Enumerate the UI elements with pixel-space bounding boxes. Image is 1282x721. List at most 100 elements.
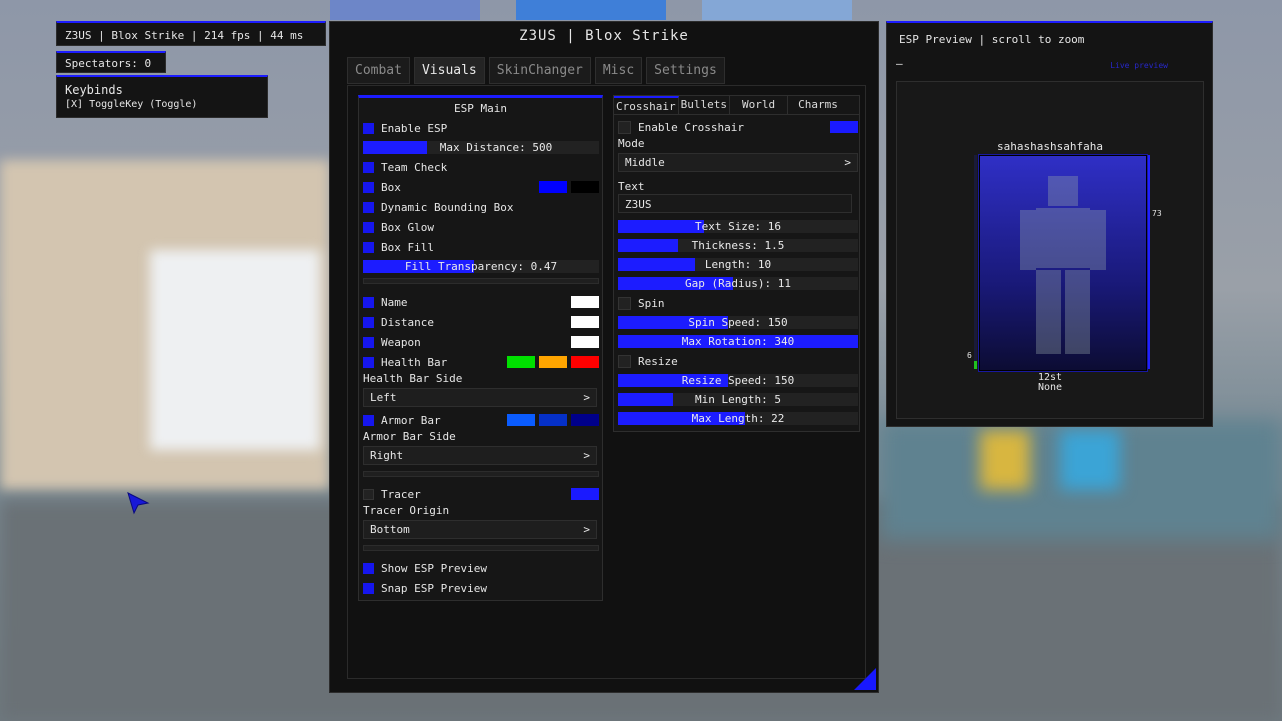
- armor-bar-toggle[interactable]: Armor Bar: [363, 412, 599, 428]
- window-title: Z3US | Blox Strike: [519, 28, 689, 44]
- health-low-swatch[interactable]: [571, 356, 599, 368]
- name-label: Name: [381, 295, 408, 309]
- box-glow-toggle[interactable]: Box Glow: [363, 219, 599, 235]
- preview-canvas[interactable]: sahashashsahfaha 6 73 12st None: [896, 81, 1204, 419]
- tracer-color-swatch[interactable]: [571, 488, 599, 500]
- dynamic-box-toggle[interactable]: Dynamic Bounding Box: [363, 199, 599, 215]
- name-color-swatch[interactable]: [571, 296, 599, 308]
- resize-label: Resize: [638, 354, 678, 368]
- checkbox[interactable]: [618, 120, 631, 134]
- resize-speed-label: Resize Speed: 150: [681, 374, 795, 387]
- tracer-toggle[interactable]: Tracer: [363, 486, 599, 502]
- show-preview-toggle[interactable]: Show ESP Preview: [363, 560, 599, 576]
- checkbox[interactable]: [363, 241, 374, 253]
- max-rotation-slider[interactable]: Max Rotation: 340: [618, 335, 858, 348]
- distance-label: Distance: [381, 315, 434, 329]
- player-weapon: None: [1037, 382, 1063, 393]
- tab-settings[interactable]: Settings: [646, 57, 725, 84]
- box-fill-toggle[interactable]: Box Fill: [363, 239, 599, 255]
- armor-bar-side-label: Armor Bar Side: [363, 430, 456, 443]
- checkbox[interactable]: [363, 488, 374, 500]
- text-size-slider[interactable]: Text Size: 16: [618, 220, 858, 233]
- resize-speed-slider[interactable]: Resize Speed: 150: [618, 374, 858, 387]
- tab-visuals[interactable]: Visuals: [413, 57, 485, 84]
- snap-preview-toggle[interactable]: Snap ESP Preview: [363, 580, 599, 596]
- chevron-right-icon: >: [583, 391, 590, 404]
- armor-color-1-swatch[interactable]: [507, 414, 535, 426]
- health-bar-side-dropdown[interactable]: Left >: [363, 388, 597, 407]
- min-length-slider[interactable]: Min Length: 5: [618, 393, 858, 406]
- checkbox[interactable]: [363, 221, 374, 233]
- mode-dropdown[interactable]: Middle >: [618, 153, 858, 172]
- box-label: Box: [381, 180, 401, 194]
- distance-color-swatch[interactable]: [571, 316, 599, 328]
- tab-skinchanger[interactable]: SkinChanger: [488, 57, 591, 84]
- armor-color-2-swatch[interactable]: [539, 414, 567, 426]
- health-value: 6: [967, 351, 972, 360]
- weapon-toggle[interactable]: Weapon: [363, 334, 599, 350]
- enable-esp-toggle[interactable]: Enable ESP: [363, 120, 599, 136]
- team-check-toggle[interactable]: Team Check: [363, 159, 599, 175]
- crosshair-text-input[interactable]: Z3US: [618, 194, 852, 213]
- length-slider[interactable]: Length: 10: [618, 258, 858, 271]
- checkbox[interactable]: [363, 181, 374, 193]
- max-rotation-label: Max Rotation: 340: [681, 335, 795, 348]
- enable-crosshair-toggle[interactable]: Enable Crosshair: [618, 119, 858, 135]
- minimize-button[interactable]: –: [896, 57, 903, 70]
- distance-toggle[interactable]: Distance: [363, 314, 599, 330]
- checkbox[interactable]: [363, 356, 374, 368]
- health-mid-swatch[interactable]: [539, 356, 567, 368]
- checkbox[interactable]: [363, 316, 374, 328]
- box-glow-label: Box Glow: [381, 220, 434, 234]
- esp-main-group: ESP Main Enable ESP Max Distance: 500 Te…: [358, 95, 603, 601]
- checkbox[interactable]: [363, 414, 374, 426]
- fill-transparency-slider[interactable]: Fill Transparency: 0.47: [363, 260, 599, 273]
- spin-speed-slider[interactable]: Spin Speed: 150: [618, 316, 858, 329]
- live-preview-link[interactable]: Live preview: [1110, 61, 1168, 70]
- health-bar: [974, 155, 977, 369]
- health-high-swatch[interactable]: [507, 356, 535, 368]
- length-label: Length: 10: [704, 258, 772, 271]
- subtab-crosshair[interactable]: Crosshair: [614, 96, 679, 114]
- checkbox[interactable]: [363, 201, 374, 213]
- box-color-swatch[interactable]: [539, 181, 567, 193]
- checkbox[interactable]: [363, 296, 374, 308]
- checkbox[interactable]: [363, 122, 374, 134]
- checkbox[interactable]: [363, 582, 374, 594]
- armor-bar-side-dropdown[interactable]: Right >: [363, 446, 597, 465]
- tab-combat[interactable]: Combat: [347, 57, 410, 84]
- max-length-slider[interactable]: Max Length: 22: [618, 412, 858, 425]
- spin-toggle[interactable]: Spin: [618, 295, 858, 311]
- health-bar-label: Health Bar: [381, 355, 448, 369]
- max-distance-slider[interactable]: Max Distance: 500: [363, 141, 599, 154]
- checkbox[interactable]: [363, 336, 374, 348]
- gap-slider[interactable]: Gap (Radius): 11: [618, 277, 858, 290]
- checkbox[interactable]: [363, 161, 374, 173]
- snap-preview-label: Snap ESP Preview: [381, 581, 487, 595]
- weapon-color-swatch[interactable]: [571, 336, 599, 348]
- spin-speed-label: Spin Speed: 150: [688, 316, 788, 329]
- spectators-box: Spectators: 0: [56, 51, 166, 73]
- subtab-bullets[interactable]: Bullets: [679, 96, 730, 114]
- subtab-world[interactable]: World: [730, 96, 789, 114]
- thickness-slider[interactable]: Thickness: 1.5: [618, 239, 858, 252]
- checkbox[interactable]: [618, 354, 631, 368]
- tracer-origin-dropdown[interactable]: Bottom >: [363, 520, 597, 539]
- health-bar-toggle[interactable]: Health Bar: [363, 354, 599, 370]
- armor-color-3-swatch[interactable]: [571, 414, 599, 426]
- checkbox[interactable]: [363, 562, 374, 574]
- dynamic-box-label: Dynamic Bounding Box: [381, 200, 514, 214]
- keybinds-entry: [X] ToggleKey (Toggle): [65, 99, 198, 110]
- subtab-charms[interactable]: Charms: [788, 96, 848, 114]
- name-toggle[interactable]: Name: [363, 294, 599, 310]
- box-toggle[interactable]: Box: [363, 179, 599, 195]
- tab-misc[interactable]: Misc: [594, 57, 643, 84]
- health-bar-side-label: Health Bar Side: [363, 372, 463, 385]
- cursor-icon: [127, 492, 150, 515]
- box-outline-swatch[interactable]: [571, 181, 599, 193]
- resize-toggle[interactable]: Resize: [618, 353, 858, 369]
- crosshair-color-swatch[interactable]: [830, 121, 858, 133]
- tab-bar: Combat Visuals SkinChanger Misc Settings: [347, 57, 725, 84]
- armor-bar: [1148, 155, 1150, 369]
- checkbox[interactable]: [618, 296, 631, 310]
